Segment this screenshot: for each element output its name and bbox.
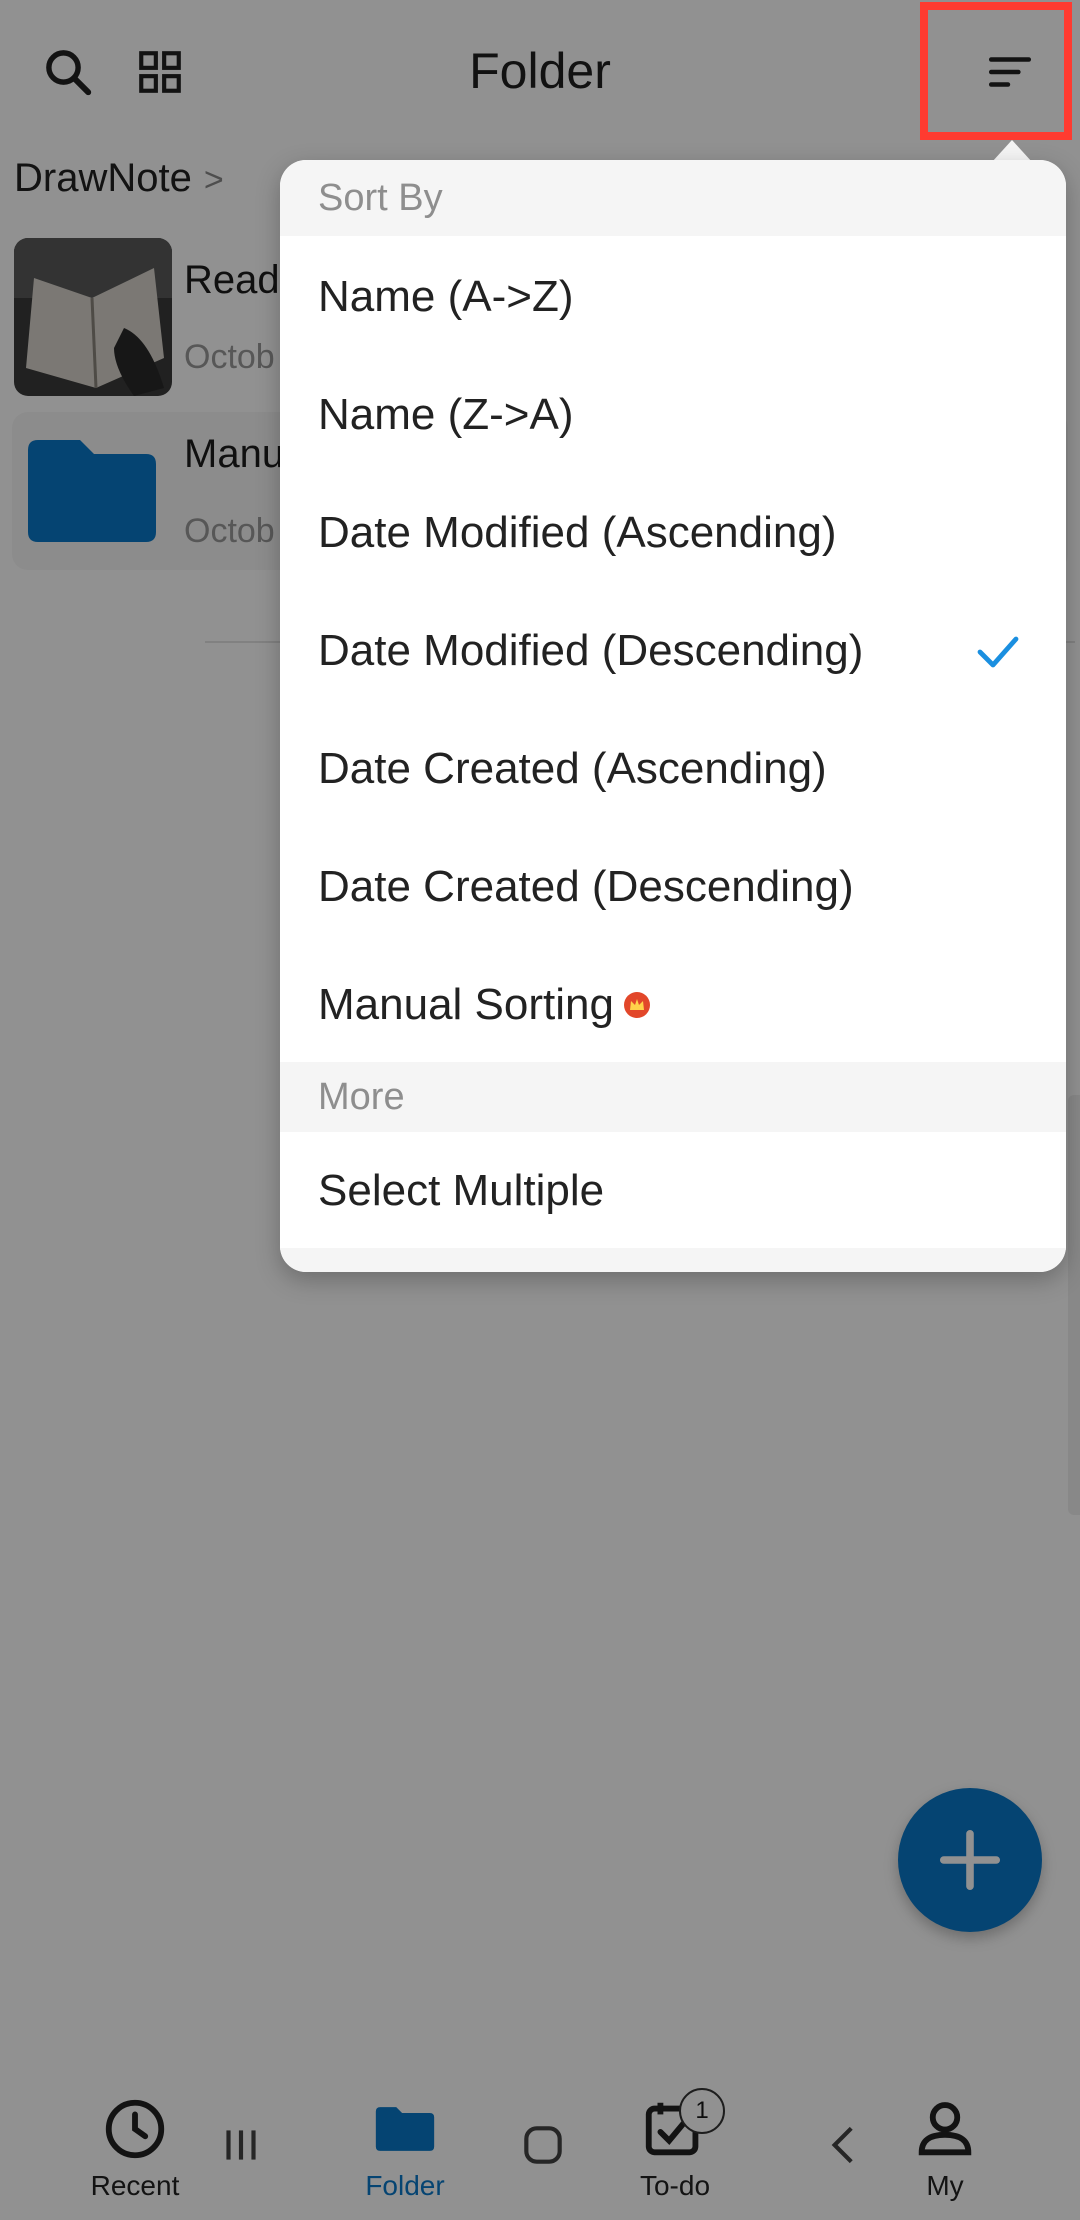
option-label: Date Modified (Descending) [318,626,864,675]
sort-option-manual[interactable]: Manual Sorting [280,946,1066,1064]
menu-pointer [992,140,1032,162]
menu-footer [280,1248,1066,1272]
option-label: Manual Sorting [318,980,614,1029]
highlight-box [920,2,1072,140]
option-label: Name (Z->A) [318,390,574,439]
sort-menu: Sort By Name (A->Z) Name (Z->A) Date Mod… [280,160,1066,1272]
checkmark-icon [977,636,1019,668]
option-label: Name (A->Z) [318,272,574,321]
sort-option-created-asc[interactable]: Date Created (Ascending) [280,710,1066,828]
sort-option-name-desc[interactable]: Name (Z->A) [280,356,1066,474]
sort-option-modified-desc[interactable]: Date Modified (Descending) [280,592,1066,710]
option-label: Date Created (Ascending) [318,744,827,793]
sort-by-header: Sort By [280,160,1066,236]
sort-option-modified-asc[interactable]: Date Modified (Ascending) [280,474,1066,592]
option-label: Date Modified (Ascending) [318,508,837,557]
option-label: Date Created (Descending) [318,862,854,911]
select-multiple-option[interactable]: Select Multiple [280,1132,1066,1250]
option-label: Select Multiple [318,1166,605,1215]
crown-icon [623,992,650,1018]
sort-option-name-asc[interactable]: Name (A->Z) [280,238,1066,356]
sort-option-created-desc[interactable]: Date Created (Descending) [280,828,1066,946]
more-header: More [280,1062,1066,1132]
